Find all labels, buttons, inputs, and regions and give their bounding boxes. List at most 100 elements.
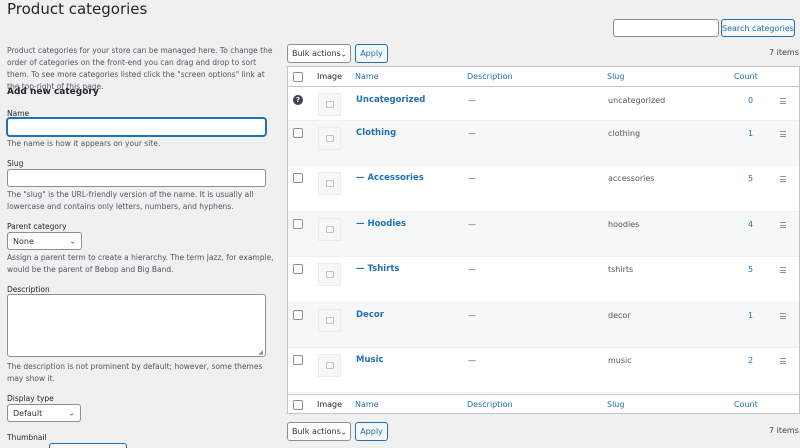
category-count[interactable]: 4 <box>748 220 753 229</box>
category-thumbnail <box>318 93 341 116</box>
display-type-select[interactable]: Default ⌄ <box>7 404 81 422</box>
drag-handle-icon[interactable] <box>780 222 786 230</box>
column-count[interactable]: Count <box>734 72 758 81</box>
drag-handle-icon[interactable] <box>780 358 786 366</box>
upload-image-button[interactable] <box>49 443 127 448</box>
parent-help: Assign a parent term to create a hierarc… <box>7 253 274 274</box>
row-checkbox[interactable] <box>293 219 303 229</box>
slug-field[interactable] <box>7 169 266 187</box>
drag-handle-icon[interactable] <box>780 98 786 106</box>
table-row: — Tshirts — tshirts 5 <box>288 257 799 303</box>
parent-category-label: Parent category <box>7 222 67 231</box>
image-placeholder-icon <box>325 101 334 108</box>
row-checkbox[interactable] <box>293 173 303 183</box>
display-type-label: Display type <box>7 394 54 403</box>
description-help: The description is not prominent by defa… <box>7 362 263 383</box>
drag-handle-icon[interactable] <box>780 131 786 139</box>
select-all-checkbox-bottom[interactable] <box>293 400 303 410</box>
items-count-bottom: 7 items <box>769 426 799 435</box>
table-row: Music — music 2 <box>288 348 799 393</box>
form-heading: Add new category <box>7 87 99 97</box>
category-count[interactable]: 5 <box>748 174 753 183</box>
chevron-down-icon: ⌄ <box>340 427 347 436</box>
category-thumbnail <box>318 263 341 286</box>
category-count[interactable]: 0 <box>748 96 753 105</box>
categories-table: Image Name Description Slug Count ? Unca… <box>287 66 800 414</box>
bulk-actions-select-top[interactable]: Bulk actions ⌄ <box>287 44 351 63</box>
column-slug[interactable]: Slug <box>607 72 624 81</box>
category-thumbnail <box>318 309 341 332</box>
category-thumbnail <box>318 354 341 377</box>
table-row: Decor — decor 1 <box>288 303 799 348</box>
description-label: Description <box>7 285 50 294</box>
category-thumbnail <box>318 127 341 150</box>
name-help: The name is how it appears on your site. <box>7 139 161 148</box>
table-row: — Hoodies — hoodies 4 <box>288 212 799 257</box>
intro-text: Product categories for your store can be… <box>7 46 273 91</box>
apply-button-bottom[interactable]: Apply <box>355 422 388 441</box>
description-textarea[interactable]: ◢ <box>7 294 266 357</box>
drag-handle-icon[interactable] <box>780 313 786 321</box>
column-description[interactable]: Description <box>467 400 513 409</box>
category-name-link[interactable]: — Tshirts <box>356 264 399 274</box>
display-type-value: Default <box>13 408 43 418</box>
chevron-down-icon: ⌄ <box>340 49 347 58</box>
category-count[interactable]: 1 <box>748 311 753 320</box>
help-icon[interactable]: ? <box>293 95 303 105</box>
image-placeholder-icon <box>325 271 334 278</box>
parent-category-select[interactable]: None ⌄ <box>7 232 82 250</box>
row-checkbox[interactable] <box>293 355 303 365</box>
category-description: — <box>468 220 476 229</box>
column-description[interactable]: Description <box>467 72 513 81</box>
category-name-link[interactable]: — Hoodies <box>356 219 406 229</box>
slug-help: The "slug" is the URL-friendly version o… <box>7 190 254 211</box>
category-slug: decor <box>608 311 631 320</box>
page-title: Product categories <box>7 0 148 18</box>
category-thumbnail <box>318 172 341 195</box>
image-placeholder-icon <box>325 135 334 142</box>
category-description: — <box>468 174 476 183</box>
row-checkbox[interactable] <box>293 264 303 274</box>
column-name[interactable]: Name <box>355 400 379 409</box>
category-name-link[interactable]: Clothing <box>356 128 396 138</box>
search-input[interactable] <box>613 19 719 37</box>
column-name[interactable]: Name <box>355 72 379 81</box>
table-row: Clothing — clothing 1 <box>288 121 799 166</box>
category-description: — <box>468 129 476 138</box>
category-name-link[interactable]: Music <box>356 355 384 365</box>
name-field[interactable] <box>7 118 266 136</box>
table-header: Image Name Description Slug Count <box>288 67 799 87</box>
category-count[interactable]: 2 <box>748 356 753 365</box>
column-image: Image <box>317 400 343 409</box>
category-slug: hoodies <box>608 220 640 229</box>
bulk-actions-select-bottom[interactable]: Bulk actions ⌄ <box>287 422 351 441</box>
category-thumbnail <box>318 218 341 241</box>
bulk-actions-label: Bulk actions <box>292 427 341 436</box>
category-description: — <box>468 96 476 105</box>
category-slug: uncategorized <box>608 96 666 105</box>
apply-button-top[interactable]: Apply <box>355 44 388 63</box>
resize-handle-icon[interactable]: ◢ <box>258 349 263 356</box>
image-placeholder-icon <box>325 362 334 369</box>
column-image: Image <box>317 72 343 81</box>
category-name-link[interactable]: Uncategorized <box>356 95 425 105</box>
parent-category-value: None <box>13 236 34 246</box>
chevron-down-icon: ⌄ <box>68 408 75 418</box>
category-slug: tshirts <box>608 265 634 274</box>
select-all-checkbox[interactable] <box>293 72 303 82</box>
chevron-down-icon: ⌄ <box>69 236 76 246</box>
search-categories-button[interactable]: Search categories <box>721 19 795 37</box>
drag-handle-icon[interactable] <box>780 267 786 275</box>
drag-handle-icon[interactable] <box>780 176 786 184</box>
thumbnail-label: Thumbnail <box>7 433 47 442</box>
column-count[interactable]: Count <box>734 400 758 409</box>
category-description: — <box>468 311 476 320</box>
category-count[interactable]: 1 <box>748 129 753 138</box>
category-name-link[interactable]: — Accessories <box>356 173 424 183</box>
category-name-link[interactable]: Decor <box>356 310 384 320</box>
row-checkbox[interactable] <box>293 310 303 320</box>
category-count[interactable]: 5 <box>748 265 753 274</box>
row-checkbox[interactable] <box>293 128 303 138</box>
table-footer: Image Name Description Slug Count <box>288 394 799 414</box>
column-slug[interactable]: Slug <box>607 400 624 409</box>
